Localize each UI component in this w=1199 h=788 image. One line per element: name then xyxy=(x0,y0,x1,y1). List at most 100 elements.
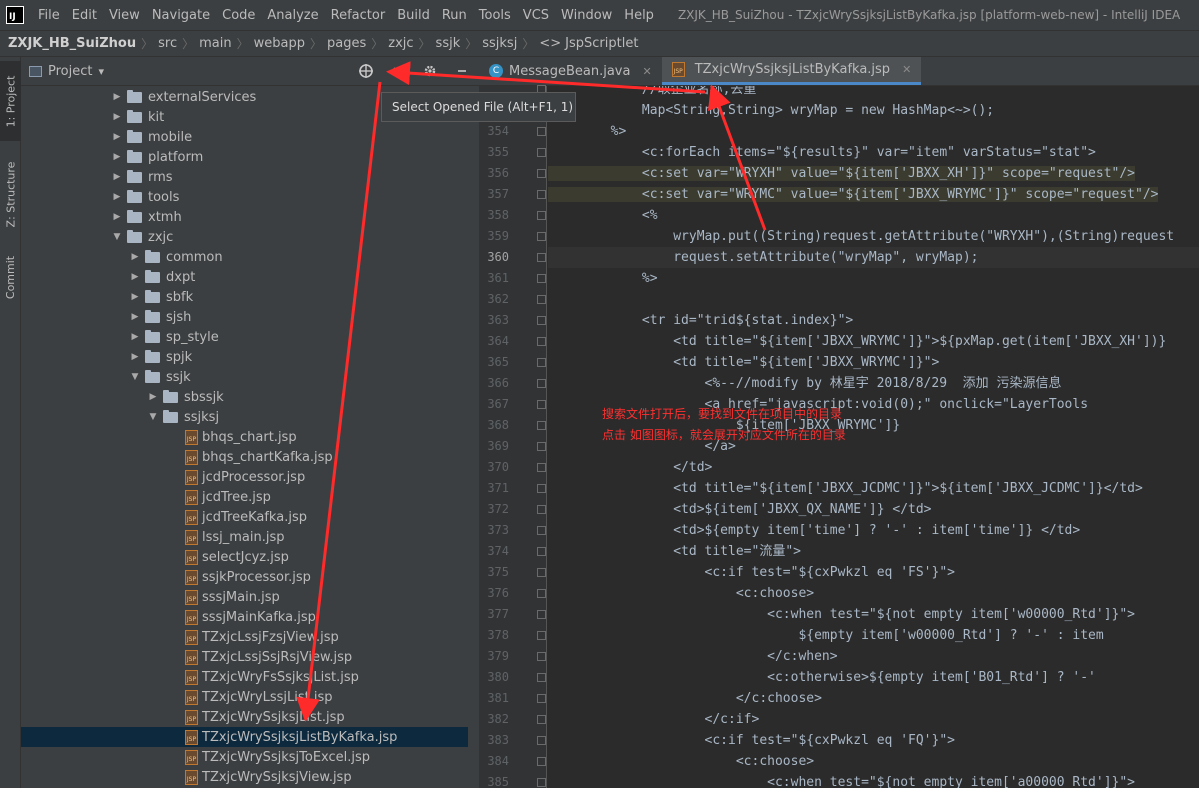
code-line[interactable]: <td title="流量"> xyxy=(548,541,1199,562)
select-opened-file-icon[interactable] xyxy=(357,62,375,80)
breadcrumb-ssjksj[interactable]: ssjksj xyxy=(482,36,517,51)
chevron-down-icon[interactable]: ▼ xyxy=(129,372,141,382)
fold-marker-icon[interactable] xyxy=(537,631,546,640)
menu-edit[interactable]: Edit xyxy=(66,8,103,23)
code-line[interactable]: <td title="${item['JBXX_JCDMC']}">${item… xyxy=(548,478,1199,499)
menu-navigate[interactable]: Navigate xyxy=(146,8,216,23)
tree-item[interactable]: JSP TZxjcWrySsjksjView.jsp xyxy=(21,767,469,787)
menu-run[interactable]: Run xyxy=(436,8,473,23)
code-line[interactable]: <c:if test="${cxPwkzl eq 'FQ'}"> xyxy=(548,730,1199,751)
chevron-right-icon[interactable]: ▶ xyxy=(111,92,123,102)
collapse-all-icon[interactable] xyxy=(389,62,407,80)
fold-marker-icon[interactable] xyxy=(537,190,546,199)
tree-item[interactable]: JSP jcdTree.jsp xyxy=(21,487,469,507)
fold-marker-icon[interactable] xyxy=(537,400,546,409)
tree-item[interactable]: JSP TZxjcLssjFzsjView.jsp xyxy=(21,627,469,647)
fold-marker-icon[interactable] xyxy=(537,358,546,367)
code-line[interactable]: <% xyxy=(548,205,1199,226)
breadcrumb-jspscriptlet[interactable]: JspScriptlet xyxy=(565,36,638,51)
code-line[interactable]: <td>${item['JBXX_QX_NAME']} </td> xyxy=(548,499,1199,520)
menu-build[interactable]: Build xyxy=(391,8,436,23)
code-line[interactable]: wryMap.put((String)request.getAttribute(… xyxy=(548,226,1199,247)
code-line[interactable]: <td title="${item['JBXX_WRYMC']}">${pxMa… xyxy=(548,331,1199,352)
fold-marker-icon[interactable] xyxy=(537,337,546,346)
fold-marker-icon[interactable] xyxy=(537,148,546,157)
fold-marker-icon[interactable] xyxy=(537,673,546,682)
tab-tzxjcwryssjksjlistbykafka-jsp[interactable]: JSP TZxjcWrySsjksjListByKafka.jsp ✕ xyxy=(661,57,922,85)
menu-vcs[interactable]: VCS xyxy=(517,8,555,23)
close-icon[interactable]: ✕ xyxy=(902,63,911,76)
fold-marker-icon[interactable] xyxy=(537,274,546,283)
fold-marker-icon[interactable] xyxy=(537,379,546,388)
chevron-right-icon[interactable]: ▶ xyxy=(111,172,123,182)
chevron-right-icon[interactable]: ▶ xyxy=(111,112,123,122)
code-line[interactable]: Map<String,String> wryMap = new HashMap<… xyxy=(548,100,1199,121)
tree-item[interactable]: JSP bhqs_chartKafka.jsp xyxy=(21,447,469,467)
fold-marker-icon[interactable] xyxy=(537,253,546,262)
breadcrumb-project[interactable]: ZXJK_HB_SuiZhou xyxy=(8,36,136,51)
breadcrumb-src[interactable]: src xyxy=(158,36,177,51)
tree-item[interactable]: ▶ sbfk xyxy=(21,287,469,307)
code-line[interactable]: <c:when test="${not empty item['a00000_R… xyxy=(548,772,1199,788)
code-line[interactable]: <tr id="trid${stat.index}"> xyxy=(548,310,1199,331)
breadcrumb-webapp[interactable]: webapp xyxy=(254,36,305,51)
breadcrumb-pages[interactable]: pages xyxy=(327,36,366,51)
fold-marker-icon[interactable] xyxy=(537,778,546,787)
chevron-right-icon[interactable]: ▶ xyxy=(111,192,123,202)
fold-marker-icon[interactable] xyxy=(537,694,546,703)
chevron-right-icon[interactable]: ▶ xyxy=(147,392,159,402)
tree-item[interactable]: ▶ sjsh xyxy=(21,307,469,327)
chevron-right-icon[interactable]: ▶ xyxy=(129,332,141,342)
code-line[interactable]: <c:forEach items="${results}" var="item"… xyxy=(548,142,1199,163)
fold-marker-icon[interactable] xyxy=(537,652,546,661)
fold-marker-icon[interactable] xyxy=(537,715,546,724)
code-line[interactable]: <c:set var="WRYMC" value="${item['JBXX_W… xyxy=(548,184,1199,205)
chevron-down-icon[interactable]: ▼ xyxy=(111,232,123,242)
chevron-right-icon[interactable]: ▶ xyxy=(111,212,123,222)
fold-marker-icon[interactable] xyxy=(537,547,546,556)
chevron-right-icon[interactable]: ▶ xyxy=(129,312,141,322)
code-line[interactable]: <%--//modify by 林星宇 2018/8/29 添加 污染源信息 xyxy=(548,373,1199,394)
fold-marker-icon[interactable] xyxy=(537,589,546,598)
code-line[interactable]: <c:when test="${not empty item['w00000_R… xyxy=(548,604,1199,625)
breadcrumb-ssjk[interactable]: ssjk xyxy=(436,36,461,51)
fold-marker-icon[interactable] xyxy=(537,232,546,241)
fold-marker-icon[interactable] xyxy=(537,442,546,451)
breadcrumb-zxjc[interactable]: zxjc xyxy=(388,36,413,51)
code-line[interactable]: request.setAttribute("wryMap", wryMap); xyxy=(548,247,1199,268)
tree-item[interactable]: ▶ platform xyxy=(21,147,469,167)
tree-item[interactable]: ▶ sp_style xyxy=(21,327,469,347)
close-icon[interactable]: ✕ xyxy=(642,65,651,78)
tree-item[interactable]: JSP TZxjcWryFsSsjksjList.jsp xyxy=(21,667,469,687)
fold-marker-icon[interactable] xyxy=(537,568,546,577)
fold-marker-icon[interactable] xyxy=(537,757,546,766)
tree-item[interactable]: JSP TZxjcLssjSsjRsjView.jsp xyxy=(21,647,469,667)
menu-window[interactable]: Window xyxy=(555,8,618,23)
tool-tab-structure[interactable]: Z: Structure xyxy=(0,149,21,239)
menu-code[interactable]: Code xyxy=(216,8,261,23)
tree-item[interactable]: JSP TZxjcWrySsjksjToExcel.jsp xyxy=(21,747,469,767)
code-line[interactable]: <c:choose> xyxy=(548,583,1199,604)
menu-refactor[interactable]: Refactor xyxy=(325,8,392,23)
tool-tab-project[interactable]: 1: Project xyxy=(0,61,21,141)
tree-item[interactable]: JSP bhqs_chart.jsp xyxy=(21,427,469,447)
fold-marker-icon[interactable] xyxy=(537,127,546,136)
tree-item[interactable]: JSP TZxjcWryLssjList.jsp xyxy=(21,687,469,707)
tree-item[interactable]: ▶ xtmh xyxy=(21,207,469,227)
fold-marker-icon[interactable] xyxy=(537,610,546,619)
menu-analyze[interactable]: Analyze xyxy=(261,8,324,23)
menu-tools[interactable]: Tools xyxy=(473,8,517,23)
fold-marker-icon[interactable] xyxy=(537,484,546,493)
chevron-right-icon[interactable]: ▶ xyxy=(111,152,123,162)
fold-marker-icon[interactable] xyxy=(537,526,546,535)
tree-item[interactable]: ▶ mobile xyxy=(21,127,469,147)
code-line[interactable]: <c:choose> xyxy=(548,751,1199,772)
tree-item[interactable]: ▼ zxjc xyxy=(21,227,469,247)
chevron-right-icon[interactable]: ▶ xyxy=(129,252,141,262)
tree-item[interactable]: JSP jcdTreeKafka.jsp xyxy=(21,507,469,527)
code-line[interactable] xyxy=(548,289,1199,310)
chevron-right-icon[interactable]: ▶ xyxy=(129,352,141,362)
fold-marker-icon[interactable] xyxy=(537,169,546,178)
code-line[interactable]: <c:if test="${cxPwkzl eq 'FS'}"> xyxy=(548,562,1199,583)
code-line[interactable]: </td> xyxy=(548,457,1199,478)
